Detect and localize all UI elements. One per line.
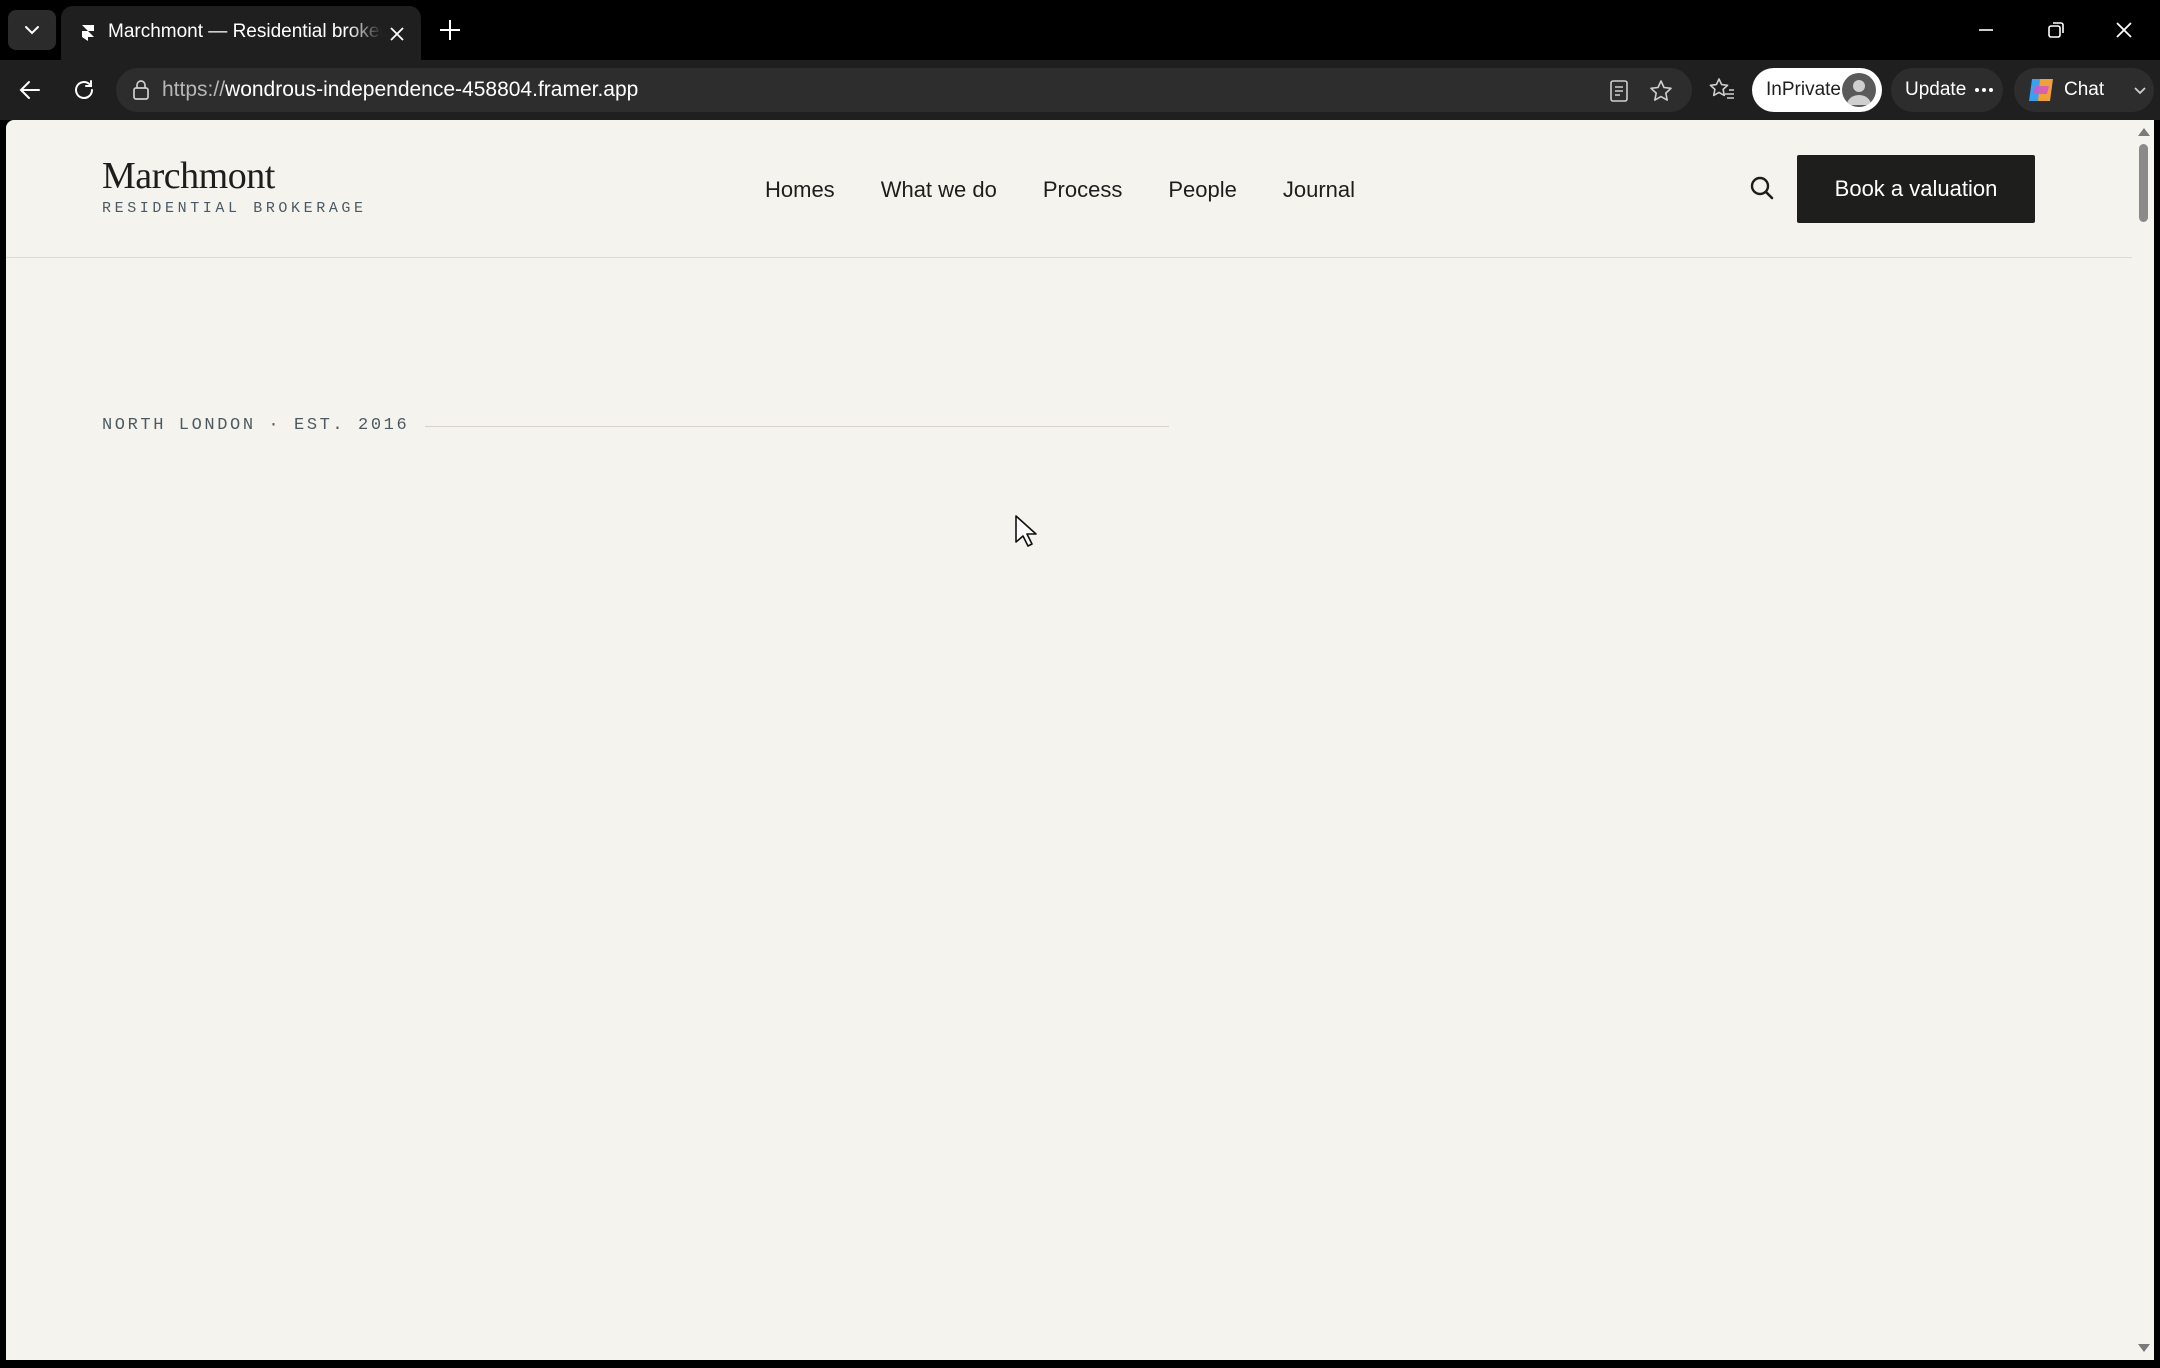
favorites-star-list-icon bbox=[1709, 78, 1734, 99]
profile-avatar bbox=[1842, 73, 1876, 107]
arrow-left-icon bbox=[19, 81, 40, 99]
chevron-down-icon bbox=[2134, 87, 2146, 95]
eyebrow-text: NORTH LONDON · EST. 2016 bbox=[102, 416, 410, 435]
scroll-up-arrow[interactable] bbox=[2138, 128, 2150, 136]
site-logo[interactable]: Marchmont RESIDENTIAL BROKERAGE bbox=[102, 156, 367, 217]
close-icon bbox=[390, 27, 404, 41]
more-dots-icon bbox=[1975, 88, 1994, 92]
browser-tab-bar: Marchmont — Residential brokerage bbox=[0, 0, 2160, 60]
back-button[interactable] bbox=[14, 74, 46, 106]
update-button[interactable]: Update bbox=[1891, 68, 2003, 112]
restore-icon bbox=[2048, 22, 2064, 38]
plus-icon bbox=[440, 20, 460, 40]
close-window-button[interactable] bbox=[2096, 10, 2152, 50]
site-search-button[interactable] bbox=[1746, 172, 1778, 204]
reader-view-icon bbox=[1610, 80, 1628, 102]
nav-process[interactable]: Process bbox=[1043, 176, 1122, 204]
book-valuation-button[interactable]: Book a valuation bbox=[1797, 155, 2035, 223]
mouse-pointer-icon bbox=[1015, 515, 1037, 547]
tab-close-button[interactable] bbox=[383, 20, 411, 48]
page-scrollbar[interactable] bbox=[2132, 120, 2154, 1360]
nav-journal[interactable]: Journal bbox=[1283, 176, 1355, 204]
browser-toolbar: https://wondrous-independence-458804.fra… bbox=[0, 60, 2160, 120]
framer-favicon-icon bbox=[82, 25, 94, 41]
url-host: wondrous-independence-458804.framer.app bbox=[225, 78, 639, 101]
active-tab[interactable]: Marchmont — Residential brokerage bbox=[61, 6, 421, 60]
close-icon bbox=[2116, 22, 2132, 38]
address-bar[interactable]: https://wondrous-independence-458804.fra… bbox=[116, 68, 1692, 112]
tab-list-button[interactable] bbox=[8, 10, 56, 50]
nav-what-we-do[interactable]: What we do bbox=[881, 176, 997, 204]
minimize-button[interactable] bbox=[1958, 10, 2014, 50]
url-scheme: https:// bbox=[162, 78, 226, 101]
copilot-chat-button[interactable]: Chat bbox=[2014, 68, 2154, 112]
scrollbar-thumb[interactable] bbox=[2139, 144, 2148, 222]
inprivate-label: InPrivate bbox=[1766, 79, 1841, 100]
update-label: Update bbox=[1905, 79, 1967, 100]
logo-name: Marchmont bbox=[102, 155, 275, 197]
restore-button[interactable] bbox=[2028, 10, 2084, 50]
nav-people[interactable]: People bbox=[1168, 176, 1237, 204]
url-text[interactable]: https://wondrous-independence-458804.fra… bbox=[162, 78, 638, 102]
favorites-button[interactable] bbox=[1707, 75, 1737, 105]
hero-eyebrow: NORTH LONDON · EST. 2016 bbox=[102, 416, 1169, 435]
refresh-icon bbox=[75, 80, 93, 99]
lock-icon[interactable] bbox=[130, 79, 152, 101]
minimize-icon bbox=[1979, 29, 1993, 31]
tab-title: Marchmont — Residential brokerage bbox=[108, 21, 382, 42]
main-nav: Homes What we do Process People Journal bbox=[765, 176, 1355, 204]
page-viewport: Marchmont RESIDENTIAL BROKERAGE Homes Wh… bbox=[6, 120, 2132, 1360]
chat-label: Chat bbox=[2064, 79, 2105, 100]
logo-tagline: RESIDENTIAL BROKERAGE bbox=[102, 200, 367, 217]
nav-homes[interactable]: Homes bbox=[765, 176, 835, 204]
reader-view-button[interactable] bbox=[1604, 76, 1634, 106]
eyebrow-divider bbox=[425, 426, 1169, 427]
copilot-icon bbox=[2029, 79, 2053, 101]
scroll-down-arrow[interactable] bbox=[2138, 1344, 2150, 1352]
favorite-button[interactable] bbox=[1646, 76, 1676, 106]
refresh-button[interactable] bbox=[68, 74, 100, 106]
star-icon bbox=[1650, 80, 1672, 101]
user-icon bbox=[1847, 80, 1871, 105]
new-tab-button[interactable] bbox=[432, 12, 468, 48]
inprivate-button[interactable]: InPrivate bbox=[1752, 68, 1882, 112]
site-header: Marchmont RESIDENTIAL BROKERAGE Homes Wh… bbox=[6, 120, 2132, 258]
search-icon bbox=[1750, 176, 1774, 200]
chevron-down-icon bbox=[25, 26, 39, 35]
